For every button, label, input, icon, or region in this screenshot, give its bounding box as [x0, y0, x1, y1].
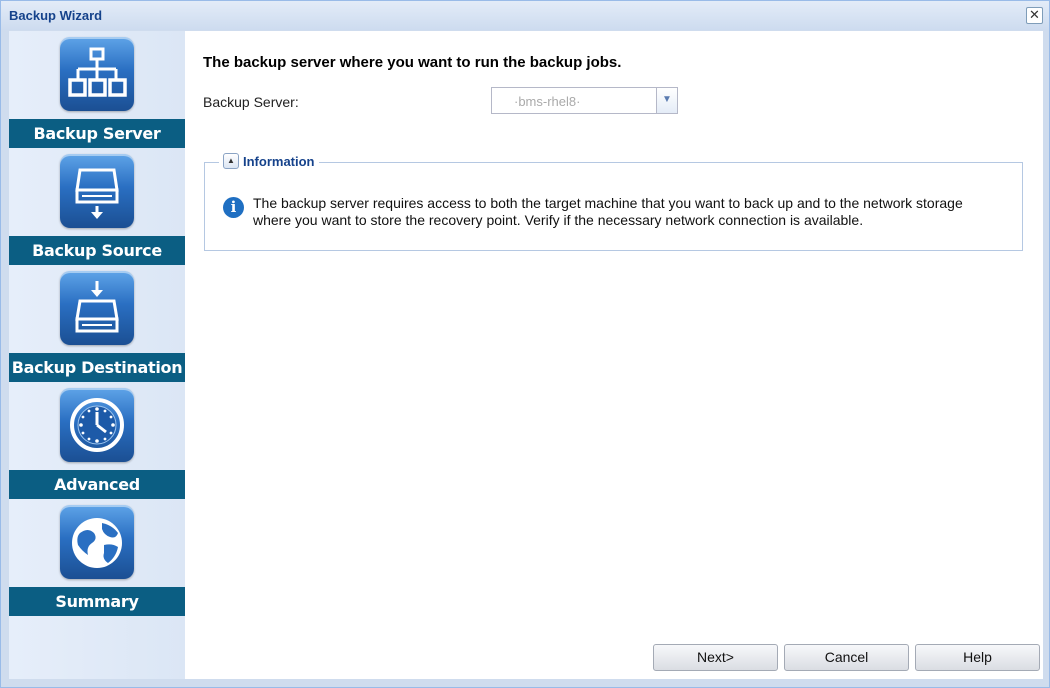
wizard-steps-sidebar: Backup Server Backup Source Backup Desti… [9, 31, 185, 679]
next-button[interactable]: Next> [653, 644, 778, 671]
close-icon[interactable]: ✕ [1026, 7, 1043, 24]
backup-server-label: Backup Server: [203, 94, 299, 110]
backup-server-value: ·bms-rhel8· [514, 94, 581, 109]
step-label: Advanced [9, 470, 185, 499]
information-title: Information [243, 153, 315, 169]
drive-download-icon [60, 154, 134, 228]
info-icon: i [223, 197, 244, 218]
step-summary[interactable]: Summary [9, 499, 185, 616]
information-fieldset: ▲ Information i The backup server requir… [204, 153, 1023, 251]
step-label: Summary [9, 587, 185, 616]
help-button[interactable]: Help [915, 644, 1040, 671]
page-title: The backup server where you want to run … [203, 54, 622, 71]
window-title: Backup Wizard [9, 8, 103, 23]
step-advanced[interactable]: Advanced [9, 382, 185, 499]
step-backup-server[interactable]: Backup Server [9, 31, 185, 148]
information-legend: ▲ Information [219, 153, 319, 169]
backup-wizard-window: Backup Wizard ✕ Backup Server Backup Sou… [0, 0, 1050, 688]
title-bar: Backup Wizard ✕ [1, 1, 1049, 30]
information-text: The backup server requires access to bot… [253, 195, 963, 228]
step-label: Backup Source [9, 236, 185, 265]
wizard-content-panel: The backup server where you want to run … [185, 31, 1043, 679]
step-backup-source[interactable]: Backup Source [9, 148, 185, 265]
chevron-down-icon[interactable]: ▼ [656, 88, 677, 113]
step-backup-destination[interactable]: Backup Destination [9, 265, 185, 382]
drive-upload-icon [60, 271, 134, 345]
step-label: Backup Destination [9, 353, 185, 382]
collapse-toggle-icon[interactable]: ▲ [223, 153, 239, 169]
network-tree-icon [60, 37, 134, 111]
backup-server-combobox[interactable]: ·bms-rhel8· ▼ [491, 87, 678, 114]
cancel-button[interactable]: Cancel [784, 644, 909, 671]
step-label: Backup Server [9, 119, 185, 148]
clock-icon [60, 388, 134, 462]
globe-icon [60, 505, 134, 579]
